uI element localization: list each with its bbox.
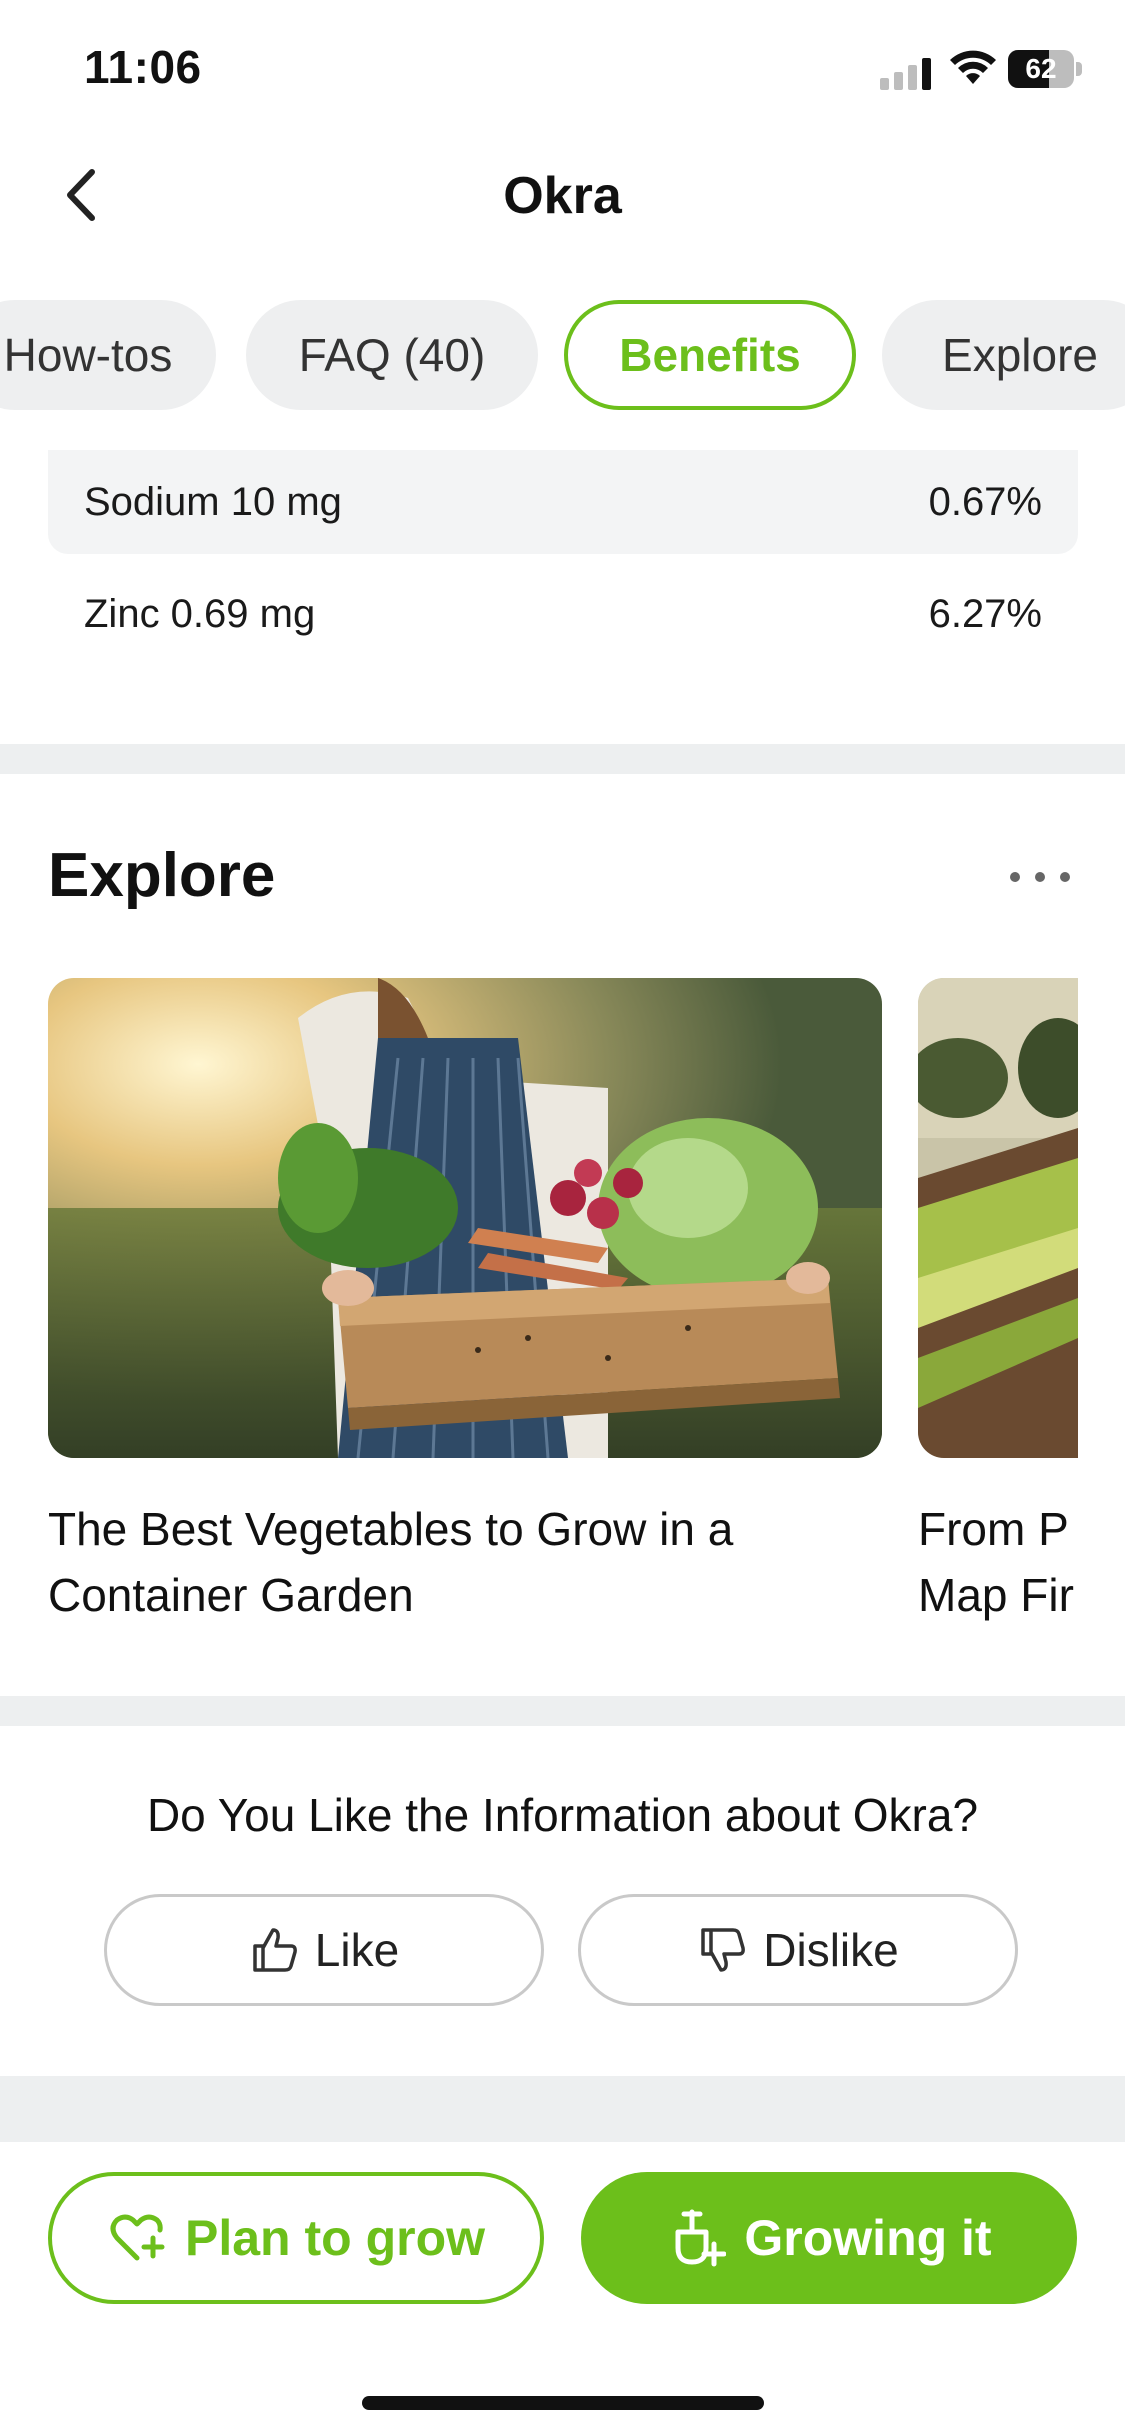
home-indicator [362, 2396, 764, 2410]
explore-card-image[interactable] [918, 978, 1078, 1458]
more-options-icon[interactable] [1010, 860, 1070, 894]
nutrient-percent: 6.27% [928, 592, 1042, 636]
thumbs-up-icon [253, 1928, 297, 1972]
thumbs-down-icon [701, 1928, 746, 1972]
growing-it-button[interactable]: Growing it [581, 2172, 1077, 2304]
nutrient-row: Zinc 0.69 mg 6.27% [48, 562, 1078, 666]
nutrient-row: Sodium 10 mg 0.67% [48, 450, 1078, 554]
battery-icon: 62 [1008, 50, 1082, 88]
nutrient-name: Sodium 10 mg [84, 480, 342, 524]
explore-card-title[interactable]: The Best Vegetables to Grow in a Contain… [48, 1496, 888, 1628]
heart-plus-icon [110, 2214, 165, 2261]
battery-level: 62 [1025, 53, 1057, 84]
vegetable-box-photo [48, 978, 882, 1458]
nutrient-name: Zinc 0.69 mg [84, 592, 316, 636]
status-bar: 11:06 62 [0, 0, 1125, 130]
plant-detail-page: 11:06 62 Okra How-tos FAQ (40) Benefits … [0, 0, 1125, 2436]
like-button[interactable]: Like [104, 1894, 544, 2006]
dislike-label: Dislike [763, 1924, 899, 1976]
like-label: Like [314, 1924, 400, 1976]
status-time: 11:06 [84, 41, 202, 93]
explore-card-title[interactable]: From P Map Fir [918, 1496, 1078, 1628]
page-title: Okra [503, 167, 622, 225]
growing-it-label: Growing it [744, 2210, 992, 2266]
nutrient-percent: 0.67% [928, 480, 1042, 524]
tab-explore[interactable]: Explore [882, 300, 1125, 410]
plan-to-grow-button[interactable]: Plan to grow [48, 2172, 544, 2304]
explore-heading: Explore [48, 841, 276, 910]
dislike-button[interactable]: Dislike [578, 1894, 1018, 2006]
navigation-bar: Okra [0, 130, 1125, 260]
section-divider [0, 1696, 1125, 1726]
tab-benefits[interactable]: Benefits [564, 300, 856, 410]
section-tabs: How-tos FAQ (40) Benefits Explore [0, 300, 1125, 414]
explore-card-image[interactable] [48, 978, 882, 1458]
garden-tool-plus-icon [675, 2209, 727, 2267]
plan-to-grow-label: Plan to grow [185, 2210, 485, 2266]
tab-faq[interactable]: FAQ (40) [246, 300, 538, 410]
wifi-icon [950, 50, 996, 84]
cellular-signal-icon [880, 58, 931, 90]
tab-how-tos[interactable]: How-tos [0, 300, 216, 410]
garden-rows-photo [918, 978, 1078, 1458]
feedback-question: Do You Like the Information about Okra? [146, 1789, 979, 1841]
section-divider [0, 2076, 1125, 2142]
section-divider [0, 744, 1125, 774]
